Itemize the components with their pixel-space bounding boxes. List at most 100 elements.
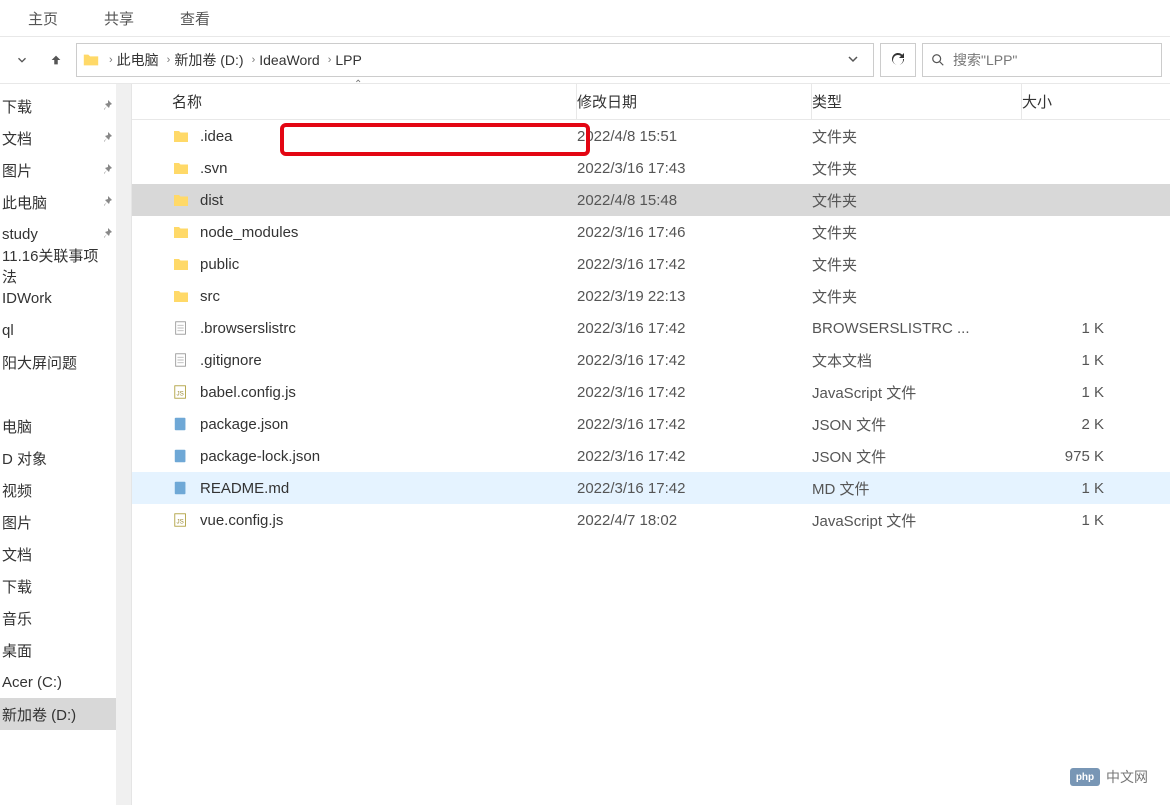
sidebar-item-label: 阳大屏问题 [2,352,77,373]
sidebar-item[interactable]: 阳大屏问题 [0,346,131,378]
file-name: public [200,256,239,273]
cell-name: src [132,287,577,305]
sidebar-item[interactable]: 电脑 [0,410,131,442]
table-row[interactable]: package-lock.json2022/3/16 17:42JSON 文件9… [132,440,1170,472]
sidebar-item[interactable]: 新加卷 (D:) [0,698,131,730]
cell-type: 文件夹 [812,126,1022,147]
table-row[interactable]: dist 2022/4/8 15:48文件夹 [132,184,1170,216]
table-row[interactable]: .browserslistrc2022/3/16 17:42BROWSERSLI… [132,312,1170,344]
history-dropdown-button[interactable] [8,46,36,74]
table-row[interactable]: .idea 2022/4/8 15:51文件夹 [132,120,1170,152]
sidebar-item[interactable]: 下载 [0,570,131,602]
cell-size: 1 K [1022,352,1122,369]
cell-name: .browserslistrc [132,319,577,337]
sidebar-item-label: 音乐 [2,608,32,629]
json-icon [172,415,190,433]
cell-size: 1 K [1022,384,1122,401]
sidebar-item[interactable]: 下载 [0,90,131,122]
cell-modified: 2022/4/8 15:51 [577,128,812,145]
table-row[interactable]: public 2022/3/16 17:42文件夹 [132,248,1170,280]
folder-icon [172,191,190,209]
table-row[interactable]: JSvue.config.js2022/4/7 18:02JavaScript … [132,504,1170,536]
tab-view[interactable]: 查看 [172,8,218,29]
column-headers: ⌃ 名称 修改日期 类型 大小 [132,84,1170,120]
column-header-modified[interactable]: 修改日期 [577,84,812,119]
cell-name: dist [132,191,577,209]
up-button[interactable] [42,46,70,74]
sidebar-item-label: study [2,226,38,243]
cell-type: 文件夹 [812,190,1022,211]
search-input[interactable]: 搜索"LPP" [922,43,1162,77]
tab-home[interactable]: 主页 [20,8,66,29]
ribbon-tabs: 主页 共享 查看 [0,0,1170,37]
table-row[interactable]: node_modules2022/3/16 17:46文件夹 [132,216,1170,248]
pin-icon [101,226,113,243]
cell-modified: 2022/4/8 15:48 [577,192,812,209]
sidebar-item[interactable] [0,378,131,410]
cell-modified: 2022/4/7 18:02 [577,512,812,529]
file-icon [172,351,190,369]
sidebar-item[interactable]: 此电脑 [0,186,131,218]
cell-modified: 2022/3/16 17:42 [577,256,812,273]
table-row[interactable]: .svn2022/3/16 17:43文件夹 [132,152,1170,184]
table-row[interactable]: package.json2022/3/16 17:42JSON 文件2 K [132,408,1170,440]
cell-type: BROWSERSLISTRC ... [812,320,1022,337]
breadcrumb[interactable]: ›此电脑 ›新加卷 (D:) ›IdeaWord ›LPP [76,43,874,77]
column-header-name[interactable]: ⌃ 名称 [132,84,577,119]
cell-modified: 2022/3/16 17:42 [577,448,812,465]
php-logo-icon: php [1070,768,1100,786]
search-placeholder: 搜索"LPP" [953,50,1017,70]
sidebar-item[interactable]: D 对象 [0,442,131,474]
file-name: package-lock.json [200,448,320,465]
scrollbar-thumb[interactable] [118,87,130,287]
file-name: dist [200,192,223,209]
cell-type: JSON 文件 [812,414,1022,435]
folder-icon [172,159,190,177]
cell-type: 文本文档 [812,350,1022,371]
breadcrumb-segment[interactable]: ›LPP [322,52,364,68]
cell-modified: 2022/3/16 17:42 [577,416,812,433]
sidebar-item[interactable]: 文档 [0,122,131,154]
breadcrumb-segment[interactable]: ›IdeaWord [246,52,322,68]
table-row[interactable]: README.md2022/3/16 17:42MD 文件1 K [132,472,1170,504]
cell-name: package-lock.json [132,447,577,465]
folder-icon [172,287,190,305]
breadcrumb-segment[interactable]: ›新加卷 (D:) [161,50,246,70]
cell-type: MD 文件 [812,478,1022,499]
refresh-button[interactable] [880,43,916,77]
cell-size: 2 K [1022,416,1122,433]
table-row[interactable]: JSbabel.config.js2022/3/16 17:42JavaScri… [132,376,1170,408]
sidebar-item[interactable]: 文档 [0,538,131,570]
column-header-type[interactable]: 类型 [812,84,1022,119]
column-header-size[interactable]: 大小 [1022,91,1122,112]
pin-icon [101,98,113,115]
cell-type: JavaScript 文件 [812,510,1022,531]
cell-type: 文件夹 [812,254,1022,275]
cell-name: node_modules [132,223,577,241]
sidebar-item-label: 图片 [2,160,32,181]
chevron-down-icon[interactable] [837,52,869,68]
sidebar-item-label: IDWork [2,290,52,307]
table-row[interactable]: .gitignore2022/3/16 17:42文本文档1 K [132,344,1170,376]
sidebar-item[interactable]: 音乐 [0,602,131,634]
sidebar-item[interactable]: 图片 [0,506,131,538]
sidebar-item-label: 此电脑 [2,192,47,213]
table-row[interactable]: src2022/3/19 22:13文件夹 [132,280,1170,312]
cell-size: 975 K [1022,448,1122,465]
sidebar-item[interactable]: 图片 [0,154,131,186]
sidebar-item-label: 文档 [2,128,32,149]
breadcrumb-segment[interactable]: ›此电脑 [103,50,161,70]
sidebar-item[interactable]: 视频 [0,474,131,506]
sidebar-item-label: 桌面 [2,640,32,661]
file-name: .idea [200,128,233,145]
sidebar-item[interactable]: 桌面 [0,634,131,666]
sidebar-item-label: D 对象 [2,448,47,469]
sidebar-item[interactable]: Acer (C:) [0,666,131,698]
sidebar-item-label: 图片 [2,512,32,533]
file-name: src [200,288,220,305]
sidebar-item[interactable]: 11.16关联事项法 [0,250,131,282]
js-icon: JS [172,383,190,401]
tab-share[interactable]: 共享 [96,8,142,29]
sidebar-item[interactable]: ql [0,314,131,346]
pin-icon [101,130,113,147]
